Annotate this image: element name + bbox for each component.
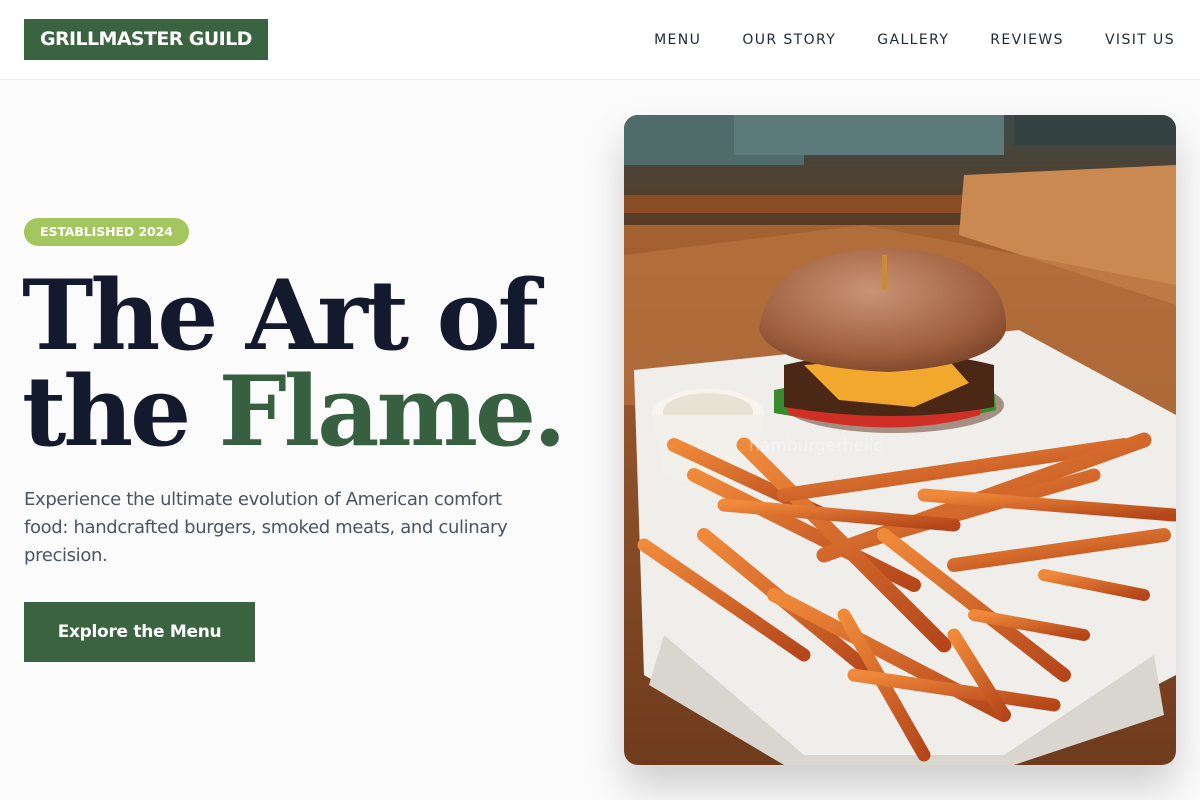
nav-item-menu[interactable]: MENU xyxy=(654,31,701,49)
headline-accent: Flame. xyxy=(218,355,567,468)
hero-description: Experience the ultimate evolution of Ame… xyxy=(24,489,508,566)
nav-item-reviews[interactable]: REVIEWS xyxy=(990,31,1064,49)
hero-headline: The Art of the Flame. xyxy=(22,268,567,460)
headline-line-2: the xyxy=(22,355,219,468)
explore-menu-button[interactable]: Explore the Menu xyxy=(24,602,255,662)
main-nav: MENU OUR STORY GALLERY REVIEWS VISIT US xyxy=(654,31,1175,49)
established-badge: ESTABLISHED 2024 xyxy=(24,218,189,246)
site-header: GRILLMASTER GUILD MENU OUR STORY GALLERY… xyxy=(0,0,1200,80)
nav-item-visit-us[interactable]: VISIT US xyxy=(1105,31,1175,49)
photo-watermark: hamburgerhelic xyxy=(749,436,883,456)
brand-logo[interactable]: GRILLMASTER GUILD xyxy=(24,19,268,60)
nav-item-gallery[interactable]: GALLERY xyxy=(877,31,949,49)
hero-food-photo: hamburgerhelic xyxy=(624,115,1176,765)
nav-item-our-story[interactable]: OUR STORY xyxy=(742,31,836,49)
